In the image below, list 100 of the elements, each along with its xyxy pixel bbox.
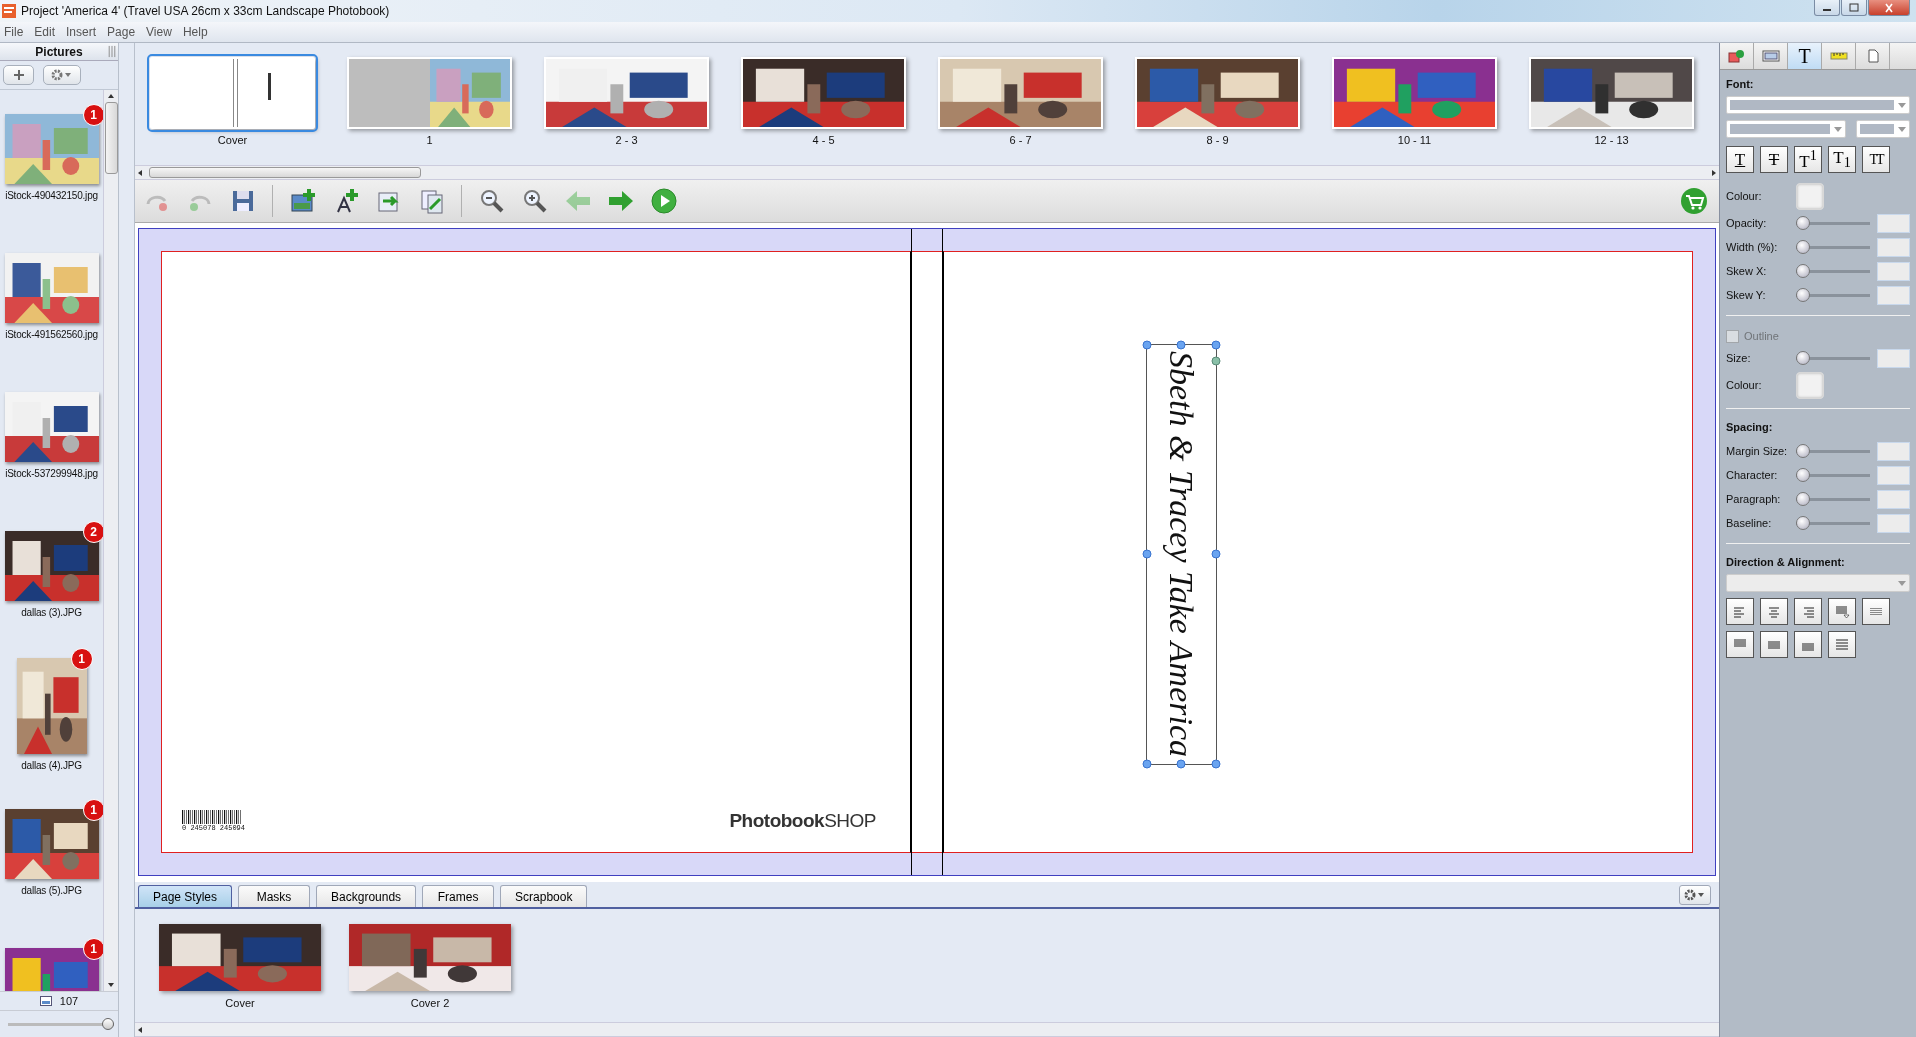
tab[interactable]: Frames (422, 885, 495, 907)
slider-thumb[interactable] (1796, 351, 1810, 365)
section-heading: Spacing: (1726, 421, 1774, 433)
resize-handle[interactable] (1142, 340, 1152, 350)
frame-icon (1761, 49, 1780, 63)
scroll-thumb[interactable] (149, 167, 421, 178)
slider-thumb[interactable] (1796, 240, 1810, 254)
page-label: Cover (217, 134, 248, 146)
alignment-button[interactable] (1828, 598, 1856, 625)
tab[interactable]: Backgrounds (316, 885, 417, 907)
value-field[interactable] (1877, 213, 1910, 233)
value-field[interactable] (1877, 348, 1910, 368)
alignment-button[interactable] (1862, 598, 1890, 625)
add-button[interactable] (3, 65, 34, 85)
text-style-button[interactable]: T$^{1}$ (1794, 146, 1822, 173)
value-field[interactable] (1877, 237, 1910, 257)
file-name: dallas (5).JPG (21, 885, 82, 896)
minimize-icon (1823, 9, 1831, 11)
page-label: 12 - 13 (1594, 134, 1629, 146)
resize-handle[interactable] (1211, 549, 1221, 559)
slider-label: Baseline: (1726, 517, 1773, 529)
menu-item[interactable]: View (144, 24, 178, 40)
page-thumbnail[interactable] (347, 57, 512, 129)
value-field[interactable] (1877, 285, 1910, 305)
settings-button[interactable] (43, 65, 81, 85)
caret-icon (1898, 580, 1906, 586)
text-style-button[interactable]: T (1760, 146, 1788, 173)
page-label: 8 - 9 (1206, 134, 1229, 146)
tab[interactable]: Masks (238, 885, 311, 907)
count-badge: 1 (82, 104, 103, 126)
caret-icon (1834, 126, 1842, 132)
grip-icon[interactable] (108, 45, 116, 58)
resize-handle[interactable] (1176, 759, 1186, 769)
image-icon (39, 996, 52, 1006)
value-field[interactable] (1877, 441, 1910, 461)
slider-thumb[interactable] (102, 1018, 114, 1030)
style-label: Cover 2 (410, 997, 450, 1009)
text-frame[interactable]: Sbeth & Tracey Take America (1145, 343, 1217, 765)
tab[interactable]: Scrapbook (500, 885, 588, 907)
alignment-button[interactable] (1726, 631, 1754, 658)
text-style-button[interactable]: T (1726, 146, 1754, 173)
slider-label: Skew X: (1726, 265, 1768, 277)
text-style-button[interactable]: TT (1862, 146, 1890, 173)
menu-item[interactable]: Edit (32, 24, 62, 40)
settings-button[interactable] (1679, 885, 1711, 905)
gear-icon (1684, 889, 1706, 901)
font-dropdown[interactable] (1726, 96, 1910, 114)
alignment-button[interactable] (1760, 631, 1788, 658)
scrollbar[interactable] (135, 1022, 1719, 1037)
tab[interactable]: Page Styles (138, 885, 233, 907)
count-badge: 1 (82, 799, 103, 821)
alignment-button[interactable] (1828, 631, 1856, 658)
slider-label: Width (%): (1726, 241, 1779, 253)
menu-item[interactable]: File (2, 24, 30, 40)
rotate-handle[interactable] (1211, 356, 1221, 366)
slider-thumb[interactable] (1796, 444, 1810, 458)
scrollbar[interactable] (103, 90, 118, 991)
value-field[interactable] (1877, 489, 1910, 509)
value-field[interactable] (1877, 261, 1910, 281)
app-icon (2, 4, 16, 18)
slider-thumb[interactable] (1796, 468, 1810, 482)
page-label: 2 - 3 (615, 134, 638, 146)
shape-icon (1727, 49, 1746, 63)
resize-handle[interactable] (1142, 549, 1152, 559)
alignment-button[interactable] (1794, 631, 1822, 658)
page-label: 6 - 7 (1009, 134, 1032, 146)
text-tab[interactable]: T (1788, 43, 1822, 69)
scrollbar[interactable] (135, 165, 1719, 180)
page-thumbnail[interactable] (150, 57, 315, 129)
count-badge: 1 (70, 648, 93, 670)
resize-handle[interactable] (1211, 340, 1221, 350)
colour-swatch[interactable] (1796, 371, 1824, 399)
menu-item[interactable]: Insert (64, 24, 103, 40)
close-icon (1883, 2, 1895, 13)
slider-thumb[interactable] (1796, 216, 1810, 230)
menu-item[interactable]: Help (180, 24, 214, 40)
text-style-button[interactable]: T$_{1}$ (1828, 146, 1856, 173)
slider-thumb[interactable] (1796, 264, 1810, 278)
menu-item[interactable]: Page (105, 24, 142, 40)
colour-swatch[interactable] (1796, 182, 1824, 210)
maximize-icon (1848, 2, 1860, 13)
gear-icon (51, 69, 73, 81)
size-dropdown[interactable] (1856, 120, 1910, 138)
minimize-button[interactable] (1814, 0, 1840, 16)
style-dropdown[interactable] (1726, 120, 1846, 138)
resize-handle[interactable] (1142, 759, 1152, 769)
value-field[interactable] (1877, 465, 1910, 485)
file-name: dallas (4).JPG (21, 760, 82, 771)
alignment-button[interactable] (1794, 598, 1822, 625)
slider-thumb[interactable] (1796, 288, 1810, 302)
scroll-thumb[interactable] (104, 102, 118, 174)
slider-thumb[interactable] (1796, 492, 1810, 506)
slider-thumb[interactable] (1796, 516, 1810, 530)
value-field[interactable] (1877, 513, 1910, 533)
alignment-button[interactable] (1726, 598, 1754, 625)
alignment-button[interactable] (1760, 598, 1788, 625)
resize-handle[interactable] (1211, 759, 1221, 769)
section-heading: Direction & Alignment: (1726, 556, 1846, 568)
close-button[interactable] (1868, 0, 1910, 16)
resize-handle[interactable] (1176, 340, 1186, 350)
